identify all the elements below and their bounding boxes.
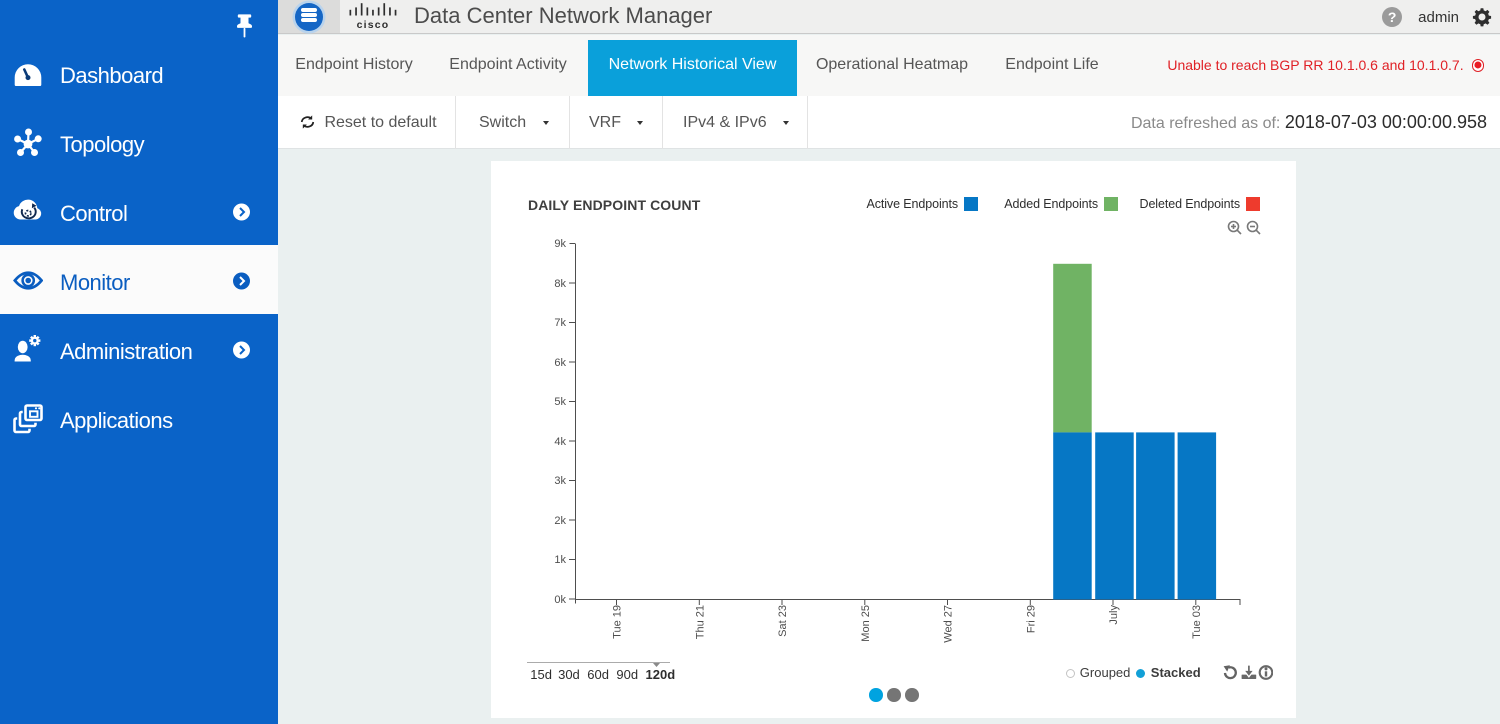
svg-text:8k: 8k xyxy=(554,278,566,290)
svg-text:5k: 5k xyxy=(554,396,566,408)
svg-text:Tue 19: Tue 19 xyxy=(612,605,624,639)
svg-text:2k: 2k xyxy=(554,515,566,527)
svg-text:Mon 25: Mon 25 xyxy=(860,605,872,642)
svg-text:1k: 1k xyxy=(554,554,566,566)
svg-text:Sat 23: Sat 23 xyxy=(777,605,789,637)
svg-text:Tue 03: Tue 03 xyxy=(1191,605,1203,639)
svg-text:Thu 21: Thu 21 xyxy=(694,605,706,639)
svg-text:Wed 27: Wed 27 xyxy=(943,605,955,643)
svg-text:Fri 29: Fri 29 xyxy=(1025,605,1037,633)
svg-text:3k: 3k xyxy=(554,475,566,487)
svg-text:July: July xyxy=(1108,605,1120,625)
svg-text:9k: 9k xyxy=(554,238,566,250)
svg-text:0k: 0k xyxy=(554,594,566,606)
svg-text:6k: 6k xyxy=(554,357,566,369)
svg-text:4k: 4k xyxy=(554,436,566,448)
svg-text:cisco: cisco xyxy=(356,19,389,30)
svg-text:7k: 7k xyxy=(554,317,566,329)
